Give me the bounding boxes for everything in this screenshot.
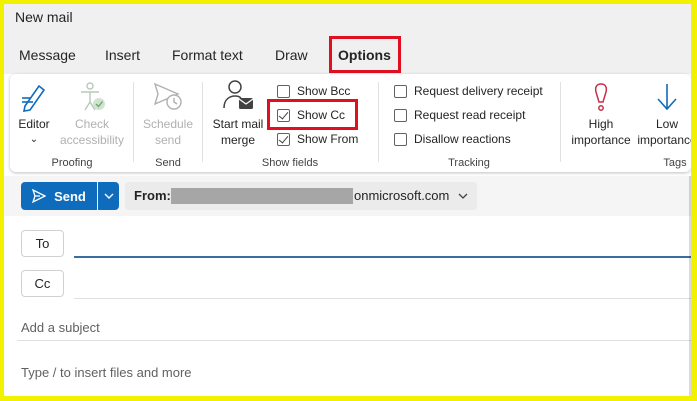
high-importance-label-2: importance	[571, 133, 631, 147]
editor-label: Editor	[18, 117, 50, 131]
accessibility-icon	[81, 82, 105, 111]
ribbon-divider	[378, 82, 379, 162]
checkbox-unchecked[interactable]	[394, 84, 407, 98]
send-icon	[32, 189, 47, 203]
tab-format-text[interactable]: Format text	[172, 47, 243, 63]
group-label-proofing: Proofing	[51, 157, 93, 169]
checkbox-unchecked[interactable]	[277, 84, 290, 98]
checkbox-unchecked[interactable]	[394, 132, 407, 146]
ribbon-divider	[560, 82, 561, 162]
mail-window: New mail Message Insert Format text Draw…	[4, 4, 691, 396]
low-importance-button[interactable]: Low importance	[632, 82, 691, 148]
ribbon-tabs: Message Insert Format text Draw Options	[4, 34, 691, 74]
schedule-send-button[interactable]: Schedule send	[138, 80, 198, 148]
send-button[interactable]: Send	[21, 182, 97, 210]
schedule-send-label-1: Schedule	[142, 117, 194, 131]
tab-insert[interactable]: Insert	[105, 47, 140, 63]
show-cc-highlight	[267, 99, 358, 130]
from-label: From:	[134, 188, 171, 203]
request-delivery-receipt-checkbox[interactable]: Request delivery receipt	[394, 82, 543, 100]
request-delivery-receipt-label: Request delivery receipt	[414, 84, 543, 98]
options-tab-highlight	[329, 36, 401, 73]
check-accessibility-label-2: accessibility	[59, 133, 125, 147]
subject-input[interactable]: Add a subject	[21, 320, 100, 335]
show-from-checkbox[interactable]: Show From	[277, 130, 358, 148]
group-label-tags: Tags	[663, 157, 687, 169]
tab-message[interactable]: Message	[19, 47, 76, 63]
group-label-tracking: Tracking	[448, 157, 490, 169]
group-label-show-fields: Show fields	[261, 157, 319, 169]
window-title: New mail	[15, 9, 73, 25]
schedule-send-icon	[153, 82, 182, 110]
show-from-label: Show From	[297, 132, 359, 146]
schedule-send-label-2: send	[154, 133, 182, 147]
chevron-down-icon	[458, 193, 468, 199]
low-importance-label-2: importance	[637, 133, 691, 147]
cc-input[interactable]	[74, 298, 691, 299]
from-domain: onmicrosoft.com	[354, 188, 450, 203]
chevron-down-icon: ⌄	[29, 134, 39, 145]
low-importance-label-1: Low	[655, 117, 678, 131]
arrow-down-icon	[657, 84, 677, 111]
request-read-receipt-label: Request read receipt	[414, 108, 526, 122]
checkbox-checked[interactable]	[277, 132, 290, 146]
ribbon-panel: Editor ⌄ Check accessibility Proofing Sc…	[10, 74, 691, 172]
mail-merge-icon	[223, 80, 254, 109]
group-label-send: Send	[155, 157, 181, 169]
ribbon-divider	[133, 82, 134, 162]
checkbox-unchecked[interactable]	[394, 108, 407, 122]
start-mail-merge-label-1: Start mail	[212, 117, 264, 131]
disallow-reactions-label: Disallow reactions	[414, 132, 511, 146]
ribbon-divider	[202, 82, 203, 162]
editor-button[interactable]: Editor ⌄	[14, 80, 54, 148]
check-accessibility-label-1: Check	[74, 117, 109, 131]
title-bar: New mail	[4, 4, 691, 34]
send-options-button[interactable]	[98, 182, 119, 210]
high-importance-label-1: High	[588, 117, 614, 131]
redacted-address	[171, 188, 353, 204]
check-accessibility-button[interactable]: Check accessibility	[56, 80, 128, 148]
message-body[interactable]: Type / to insert files and more	[21, 365, 192, 380]
show-bcc-checkbox[interactable]: Show Bcc	[277, 82, 350, 100]
send-label: Send	[54, 188, 86, 204]
editor-icon	[22, 84, 46, 112]
from-selector[interactable]: From: onmicrosoft.com	[125, 182, 477, 210]
disallow-reactions-checkbox[interactable]: Disallow reactions	[394, 130, 511, 148]
cc-button[interactable]: Cc	[21, 270, 64, 297]
start-mail-merge-button[interactable]: Start mail merge	[206, 78, 270, 148]
high-importance-button[interactable]: High importance	[566, 82, 636, 148]
to-input[interactable]	[74, 256, 691, 258]
tab-draw[interactable]: Draw	[275, 47, 308, 63]
to-button[interactable]: To	[21, 230, 64, 257]
start-mail-merge-label-2: merge	[220, 133, 255, 147]
divider	[17, 340, 691, 341]
window-edge	[689, 176, 691, 396]
request-read-receipt-checkbox[interactable]: Request read receipt	[394, 106, 525, 124]
chevron-down-icon	[104, 193, 113, 199]
high-importance-icon	[594, 83, 608, 111]
show-bcc-label: Show Bcc	[297, 84, 351, 98]
